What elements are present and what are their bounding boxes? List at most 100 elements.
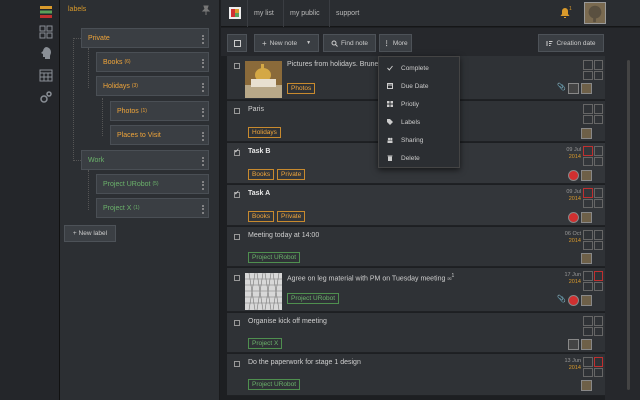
label-photos[interactable]: Photos (1) <box>110 101 209 121</box>
menu-item-priority[interactable]: Priotiy <box>379 95 459 113</box>
note-mesh-thumbnail[interactable] <box>245 273 282 310</box>
menu-item-label: Delete <box>401 154 420 162</box>
contacts-head-icon[interactable] <box>38 45 54 61</box>
label-name: Project X <box>103 204 132 212</box>
note-checkbox[interactable] <box>234 234 240 240</box>
menu-item-due-date[interactable]: Due Date <box>379 77 459 95</box>
more-label: More <box>392 39 408 47</box>
label-menu-icon[interactable] <box>201 155 204 166</box>
note-checkbox[interactable] <box>234 147 240 156</box>
pin-icon[interactable] <box>201 5 211 15</box>
owner-avatar <box>581 83 592 94</box>
note-title: Agree on leg material with PM on Tuesday… <box>287 273 455 283</box>
tree-line <box>73 160 81 161</box>
note-row[interactable]: Organise kick off meeting Project X <box>227 313 605 353</box>
label-menu-icon[interactable] <box>201 81 204 92</box>
new-note-button[interactable]: + New note ▼ <box>254 34 319 52</box>
label-project-x[interactable]: Project X (1) <box>96 198 209 218</box>
settings-gears-icon[interactable] <box>38 89 54 105</box>
tab-support[interactable]: support <box>329 0 365 27</box>
note-tag[interactable]: Photos <box>287 83 316 94</box>
note-title: Organise kick off meeting <box>248 318 327 325</box>
priority-grid-icon <box>387 101 393 107</box>
tree-line <box>88 170 89 210</box>
calendar-grid-icon[interactable] <box>583 230 603 250</box>
menu-item-delete[interactable]: Delete <box>379 149 459 167</box>
note-tag[interactable]: Project X <box>248 338 283 349</box>
menu-item-label: Sharing <box>401 136 424 144</box>
note-checkbox[interactable] <box>234 275 240 281</box>
calendar-grid-icon[interactable] <box>583 357 603 377</box>
note-tag[interactable]: Books <box>248 211 275 222</box>
more-button[interactable]: ⋮ More <box>379 34 412 52</box>
label-private[interactable]: Private <box>81 28 209 48</box>
label-places-to-visit[interactable]: Places to Visit <box>110 125 209 145</box>
find-note-button[interactable]: Find note <box>323 34 376 52</box>
note-tag[interactable]: Private <box>277 169 306 180</box>
note-row[interactable]: Task A Books Private 09 Jul2014 <box>227 185 605 226</box>
caret-down-icon[interactable]: ▼ <box>306 40 311 46</box>
calendar-grid-icon[interactable] <box>583 316 603 336</box>
tree-line <box>73 38 81 39</box>
new-label-button[interactable]: + New label <box>64 225 116 242</box>
note-tag[interactable]: Project URobot <box>248 379 301 390</box>
calendar-grid-icon[interactable] <box>583 146 603 166</box>
note-tag[interactable]: Project URobot <box>287 293 340 304</box>
more-dots-icon: ⋮ <box>383 40 390 47</box>
sort-button[interactable]: Creation date <box>538 34 604 52</box>
notes-toolbar: + New note ▼ Find note ⋮ More Creation da… <box>221 28 640 56</box>
tab-my-list[interactable]: my list <box>247 0 280 27</box>
note-row[interactable]: Meeting today at 14:00 Project URobot 06… <box>227 227 605 267</box>
calendar-grid-icon[interactable] <box>583 104 603 124</box>
note-tag[interactable]: Holidays <box>248 127 281 138</box>
note-checkbox[interactable] <box>234 320 240 326</box>
note-tag[interactable]: Private <box>277 211 306 222</box>
note-due-date: 13 Jun 2014 <box>564 358 581 371</box>
calendar-icon <box>387 83 393 89</box>
label-menu-icon[interactable] <box>201 33 204 44</box>
label-work[interactable]: Work <box>81 150 209 170</box>
label-holidays[interactable]: Holidays (3) <box>96 76 209 96</box>
app-logo-icon[interactable] <box>229 7 241 19</box>
attachment-icon[interactable]: 📎 <box>557 83 567 93</box>
menu-item-sharing[interactable]: Sharing <box>379 131 459 149</box>
note-checkbox[interactable] <box>234 63 240 69</box>
note-photo-thumbnail[interactable] <box>245 61 282 98</box>
labels-icon[interactable] <box>38 4 54 20</box>
grid-icon[interactable] <box>38 24 54 40</box>
label-menu-icon[interactable] <box>201 203 204 214</box>
note-title: Paris <box>248 106 264 113</box>
note-row[interactable]: Do the paperwork for stage 1 design Proj… <box>227 354 605 396</box>
menu-item-labels[interactable]: Labels <box>379 113 459 131</box>
note-row[interactable]: Agree on leg material with PM on Tuesday… <box>227 268 605 312</box>
label-project-urobot[interactable]: Project URobot (5) <box>96 174 209 194</box>
attachment-icon[interactable]: 📎 <box>557 295 567 305</box>
note-title: Do the paperwork for stage 1 design <box>248 359 361 366</box>
menu-item-label: Labels <box>401 118 421 126</box>
labels-panel: labels Private Books (6) Holidays (3) Phot… <box>60 0 220 400</box>
app-rail <box>0 0 60 400</box>
note-due-date: 09 Jul 2014 <box>566 189 581 202</box>
label-menu-icon[interactable] <box>201 130 204 141</box>
note-due-date: 09 Jul 2014 <box>566 147 581 160</box>
scrollbar[interactable] <box>627 60 630 390</box>
note-checkbox[interactable] <box>234 361 240 367</box>
note-checkbox[interactable] <box>234 108 240 114</box>
label-menu-icon[interactable] <box>201 106 204 117</box>
note-due-date: 06 Oct 2014 <box>564 231 581 244</box>
calendar-grid-icon[interactable] <box>583 188 603 208</box>
label-menu-icon[interactable] <box>201 57 204 68</box>
label-menu-icon[interactable] <box>201 179 204 190</box>
user-avatar[interactable] <box>584 2 606 24</box>
label-books[interactable]: Books (6) <box>96 52 209 72</box>
select-all-button[interactable] <box>227 34 247 52</box>
note-tag[interactable]: Books <box>248 169 275 180</box>
tab-my-public[interactable]: my public <box>283 0 326 27</box>
note-checkbox[interactable] <box>234 189 240 198</box>
calendar-icon[interactable] <box>38 67 54 83</box>
menu-item-complete[interactable]: Complete <box>379 59 459 77</box>
menu-item-label: Priotiy <box>401 100 420 108</box>
calendar-grid-icon[interactable] <box>583 271 603 291</box>
calendar-grid-icon[interactable] <box>583 60 603 80</box>
note-tag[interactable]: Project URobot <box>248 252 301 263</box>
